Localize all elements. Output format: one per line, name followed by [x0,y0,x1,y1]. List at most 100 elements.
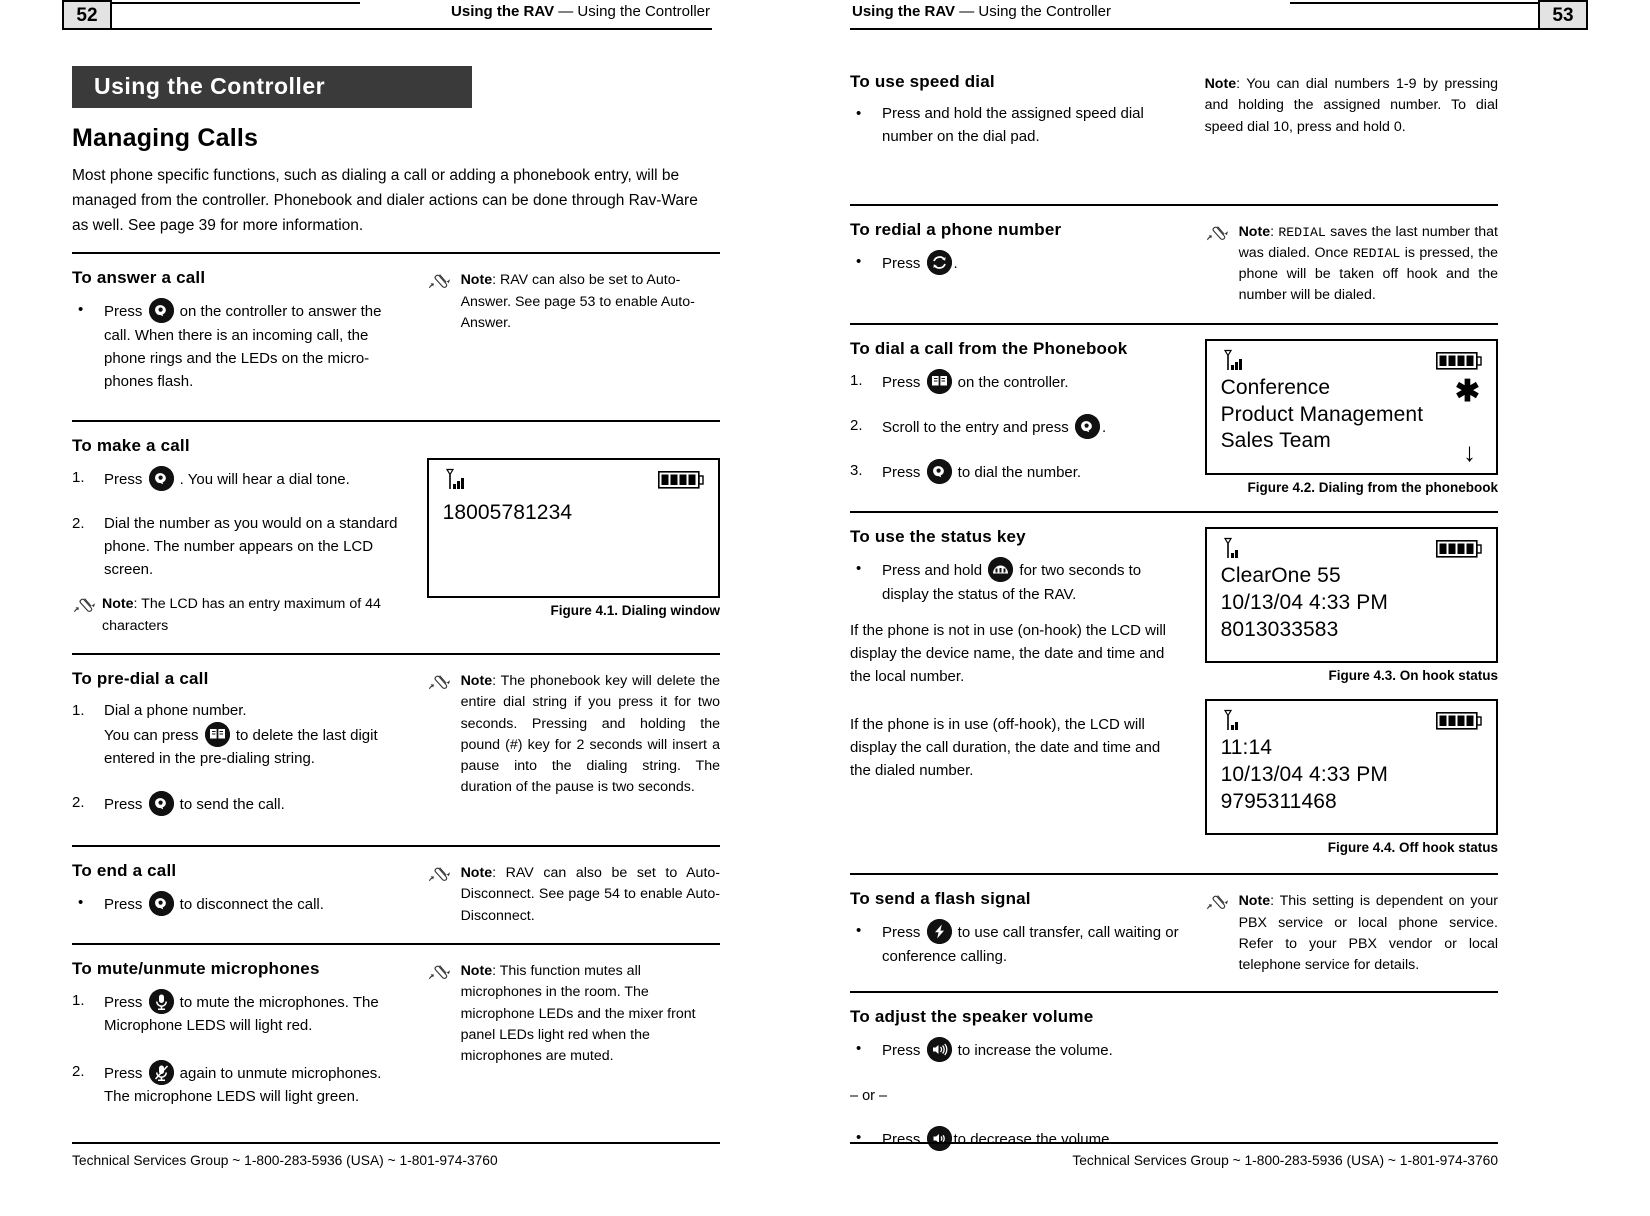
note-label: Note [460,672,493,689]
figure-4-4: 11:14 10/13/04 4:33 PM 9795311468 Figure… [1204,699,1498,855]
phonebook-key-icon [926,368,952,394]
scroll-down-arrow-icon: ↓ [1463,436,1476,467]
mute-key-icon [148,989,174,1015]
page-left: 52 Using the RAV — Using the Controller … [0,0,820,1216]
lcd-display: ClearOne 55 10/13/04 4:33 PM 8013033583 [1204,527,1498,664]
figure-4-3: ClearOne 55 10/13/04 4:33 PM 8013033583 … [1204,527,1498,684]
list-item: 1. Dial a phone number. You can press to… [72,699,405,771]
lcd-line: 11:14 [1220,736,1273,760]
section-use-speed-dial: To use speed dial • Press and hold the a… [850,72,1498,162]
head-top-rule [1290,2,1538,4]
note: Note: RAV can also be set to Auto-Discon… [427,863,720,927]
section-dial-from-phonebook: To dial a call from the Phonebook 1. Pre… [850,325,1498,498]
running-title-rest: — Using the Controller [558,3,710,20]
lcd-line: 10/13/04 4:33 PM [1220,763,1388,787]
step-text-pre: Press [882,1041,925,1059]
list-item: • Press on the controller to answer the … [72,298,405,393]
section-heading: To end a call [72,860,177,880]
note-text: : The LCD has an entry maximum of 44 cha… [102,596,381,634]
footer-text: Technical Services Group ~ 1-800-283-593… [72,1153,498,1168]
battery-icon [1436,540,1482,563]
step-list: • Press to increase the volume. [850,1036,1219,1062]
section-heading: To answer a call [72,268,206,288]
list-item: 2. Dial the number as you would on a sta… [72,512,405,582]
volume-up-key-icon [926,1036,952,1062]
page-title: Managing Calls [72,124,259,152]
section-heading: To mute/unmute microphones [72,959,320,979]
step-marker: 1. [850,371,863,389]
step-text-post: on the controller. [953,373,1069,391]
step-list: 1. Press to mute the microphones. The Mi… [72,989,405,1108]
note: Note: This setting is dependent on your … [1205,891,1498,976]
note-text: : RAV can also be set to Auto-Disconnect… [460,864,720,924]
step-text-post: to disconnect the call. [175,895,324,913]
page-body-left: Using the Controller Managing Calls Most… [72,50,720,1126]
note: Note: The phonebook key will delete the … [427,671,720,799]
running-head-left: 52 Using the RAV — Using the Controller [0,0,820,34]
note: Note: The LCD has an entry maximum of 44… [72,594,405,637]
note-label: Note [460,864,493,881]
section-make-a-call: To make a call 1. Press . You will hear … [72,422,720,637]
figure-caption: Figure 4.3. On hook status [1328,668,1498,684]
note-label: Note [460,272,493,289]
running-title: Using the RAV — Using the Controller [451,3,710,20]
step-text-pre: You can press [104,727,203,745]
step-text-post: . [953,254,958,272]
footer-rule [850,1142,1498,1144]
figure-4-2: Conference Product Management Sales Team… [1204,338,1498,495]
section-heading: To adjust the speaker volume [850,1006,1094,1026]
list-item: 2. Press to send the call. [72,790,405,816]
bullet-marker: • [78,893,84,911]
note: Note: REDIAL saves the last number that … [1205,222,1498,307]
list-item: 2. Press again to unmute microphones. Th… [72,1059,405,1109]
page-number: 53 [1538,0,1588,30]
lcd-line: 10/13/04 4:33 PM [1220,591,1388,615]
figure-caption: Figure 4.2. Dialing from the phonebook [1247,479,1498,495]
step-list: • Press and hold the assigned speed dial… [850,102,1183,149]
answer-key-icon [1074,413,1100,439]
section-heading: To use the status key [850,527,1026,547]
lcd-line: 18005781234 [442,501,573,525]
list-item: • Press and hold the assigned speed dial… [850,102,1183,149]
signal-bars-icon [1223,349,1249,378]
note-text: : RAV can also be set to Auto-Answer. Se… [460,272,695,331]
step-list: 1. Press on the controller. 2. Scroll to… [850,368,1183,485]
section-heading: To send a flash signal [850,889,1031,909]
note-hand-icon [1205,893,1231,920]
battery-icon [1436,351,1482,375]
figure-4-1: 18005781234 Figure 4.1. Dialing window [426,458,720,618]
answer-key-icon [148,466,174,492]
step-text-pre: Press [882,254,925,272]
head-rule [850,28,1538,30]
step-text: Dial a phone number. [104,701,247,719]
answer-key-icon [148,298,174,324]
section-pre-dial-a-call: To pre-dial a call 1. Dial a phone numbe… [72,655,720,829]
signal-bars-icon [1223,537,1249,566]
note-hand-icon [427,272,453,299]
note-text: : This setting is dependent on your PBX … [1238,893,1498,974]
section-answer-a-call: To answer a call • Press on the controll… [72,254,720,406]
step-marker: 1. [72,992,85,1010]
section-heading: To pre-dial a call [72,668,209,688]
bullet-marker: • [856,922,862,940]
page-footer-right: Technical Services Group ~ 1-800-283-593… [850,1142,1498,1186]
step-text-post: to send the call. [175,795,285,813]
note-mono-2: REDIAL [1352,245,1401,261]
redial-key-icon [926,249,952,275]
step-text-post: to dial the number. [953,464,1082,482]
section-heading: To make a call [72,436,190,456]
step-marker: 1. [72,701,85,719]
unmute-key-icon [148,1059,174,1085]
step-text-pre: Press [882,464,925,482]
note-hand-icon [1205,224,1231,251]
signal-bars-icon [445,468,471,497]
note-text: : This function mutes all microphones in… [460,963,696,1065]
section-heading: To use speed dial [850,72,995,91]
list-item: 2. Scroll to the entry and press . [850,413,1183,439]
lcd-line: ClearOne 55 [1220,564,1341,588]
running-head-right: 53 Using the RAV — Using the Controller [830,0,1650,34]
step-marker: 1. [72,469,85,487]
lcd-line: Product Management [1220,402,1424,426]
lcd-line: 8013033583 [1220,618,1339,642]
signal-bars-icon [1223,709,1249,738]
